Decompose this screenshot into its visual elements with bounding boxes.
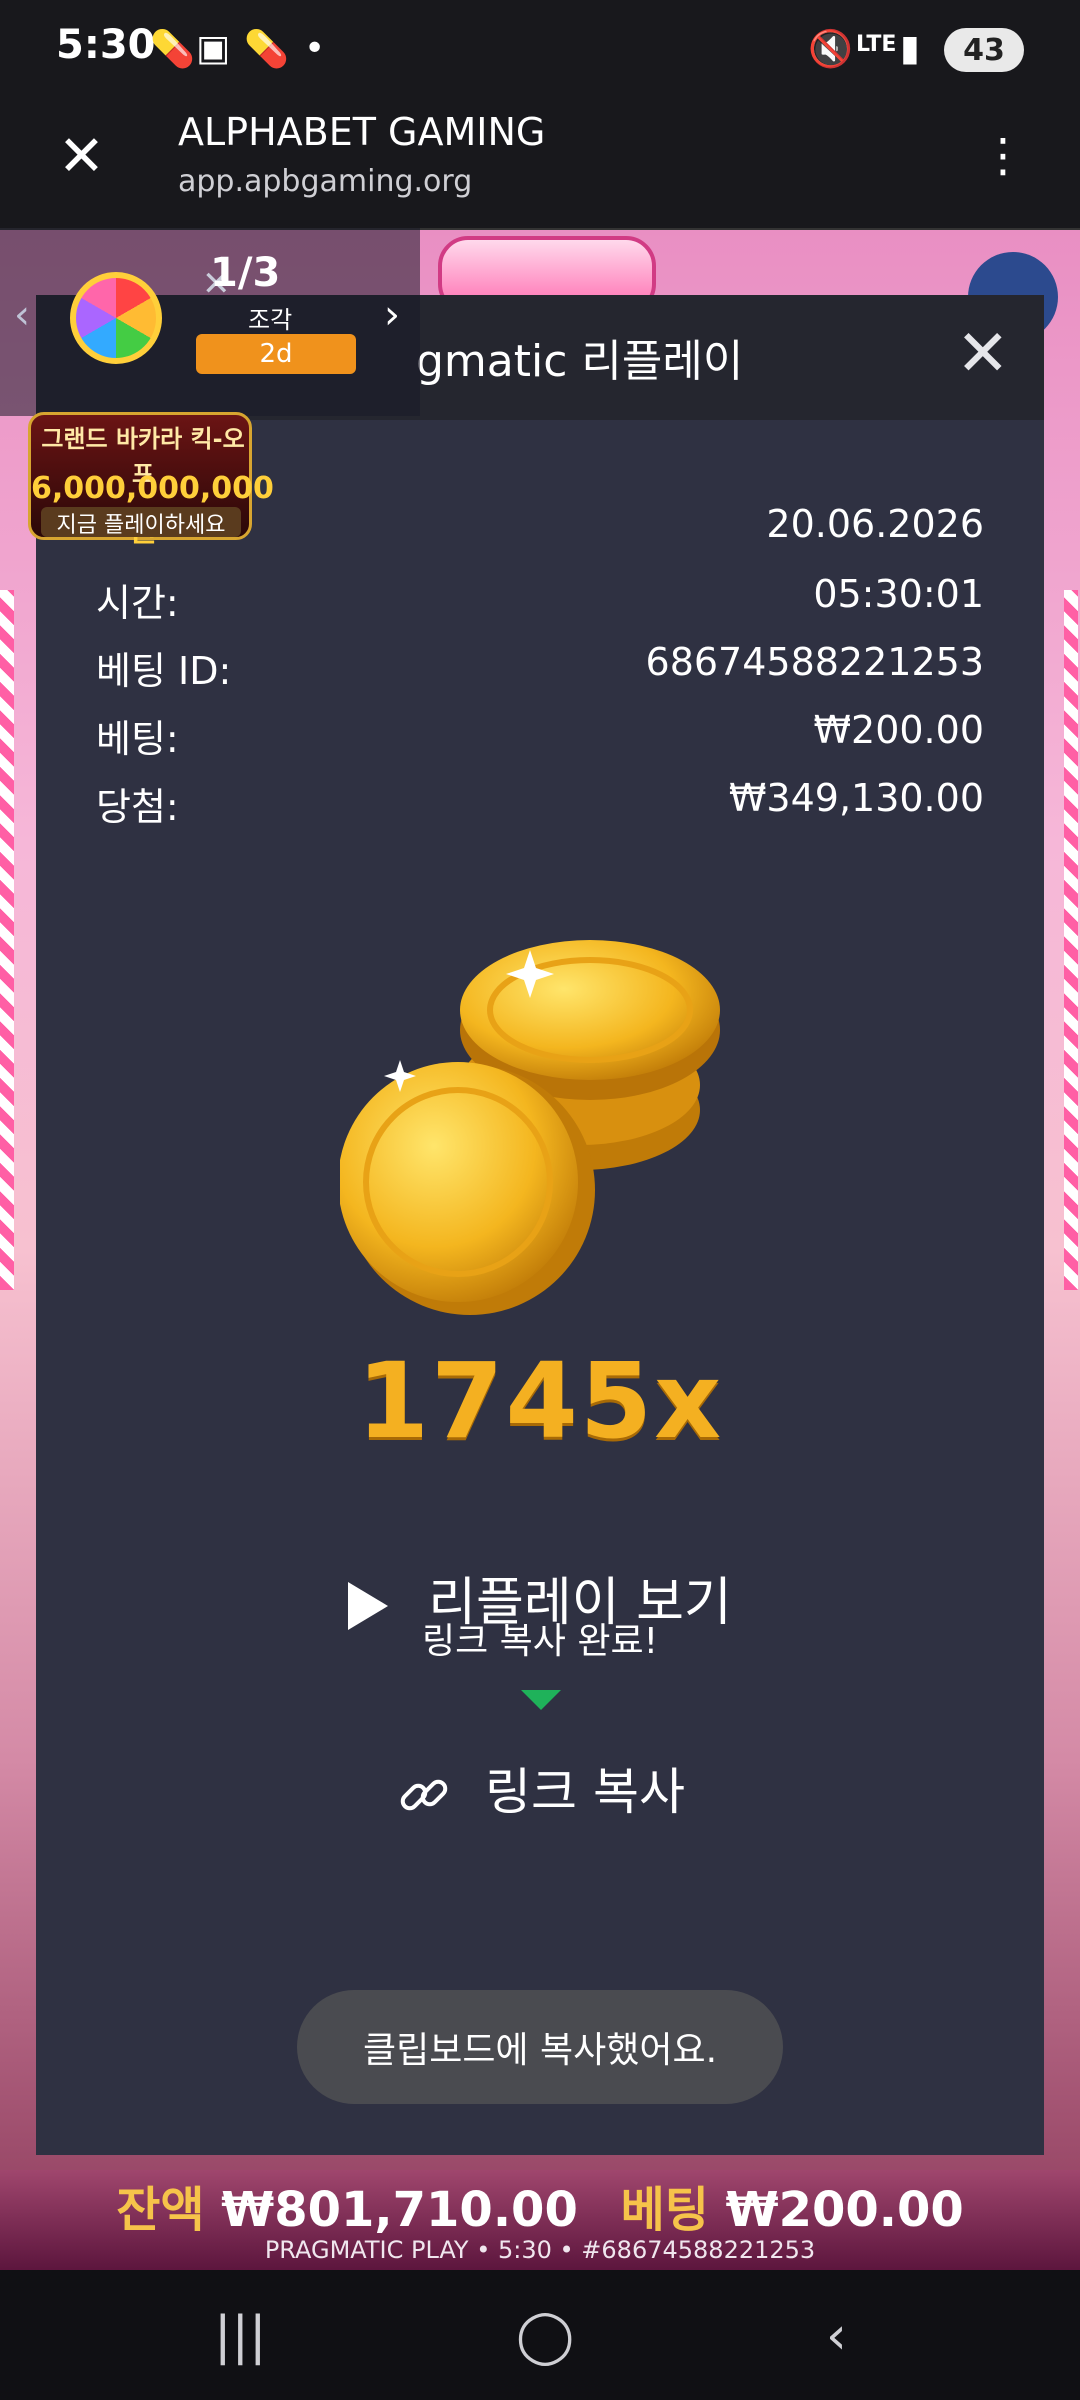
bet-label: 베팅 <box>620 2182 709 2238</box>
copy-link-button[interactable]: 링크 복사 <box>0 1752 1080 1824</box>
balance-label: 잔액 <box>116 2182 205 2238</box>
page-url: app.apbgaming.org <box>178 164 473 199</box>
signal-icon: ▮ <box>900 28 920 69</box>
browser-header: ✕ ALPHABET GAMING app.apbgaming.org ⋮ <box>0 100 1080 230</box>
home-icon[interactable]: ◯ <box>516 2306 574 2366</box>
tooltip-arrow <box>521 1690 561 1710</box>
detail-value: 68674588221253 <box>645 640 984 684</box>
close-icon[interactable]: ✕ <box>58 124 105 189</box>
battery-level: 43 <box>963 32 1005 68</box>
toast-text: 클립보드에 복사했어요. <box>362 2030 718 2071</box>
copy-link-label: 링크 복사 <box>485 1763 685 1821</box>
piece-count: 1/3 <box>210 250 281 296</box>
detail-row-bet: 베팅: ₩200.00 <box>0 708 1080 761</box>
detail-label: 시간: <box>96 581 179 625</box>
detail-row-time: 시간: 05:30:01 <box>0 572 1080 625</box>
pill-icon: 💊 <box>150 29 195 70</box>
chevron-right-icon[interactable]: › <box>384 292 400 338</box>
win-multiplier: 1745x <box>356 1340 724 1462</box>
detail-label: 베팅: <box>96 717 179 761</box>
detail-value: 05:30:01 <box>813 572 984 616</box>
clipboard-toast: 클립보드에 복사했어요. <box>297 1990 783 2104</box>
network-type: LTE <box>856 32 897 57</box>
detail-value: ₩200.00 <box>813 708 984 752</box>
pill-icon: 💊 <box>244 29 289 70</box>
prize-wheel-icon[interactable] <box>70 272 162 364</box>
modal-title: gmatic 리플레이 <box>416 336 744 387</box>
more-vert-icon[interactable]: ⋮ <box>980 128 1026 182</box>
detail-row-win: 당첨: ₩349,130.00 <box>0 776 1080 829</box>
system-nav-bar: ||| ◯ ‹ <box>0 2270 1080 2400</box>
status-bar: 5:30 💊 ▣ 💊 • 🔇 LTE ▮ 43 <box>0 0 1080 100</box>
detail-value: ₩349,130.00 <box>728 776 984 820</box>
balance-value: ₩801,710.00 <box>221 2182 578 2238</box>
back-icon[interactable]: ‹ <box>826 2306 847 2366</box>
detail-value: 20.06.2026 <box>766 502 984 546</box>
bet-value: ₩200.00 <box>725 2182 964 2238</box>
page-title: ALPHABET GAMING <box>178 110 546 154</box>
promo-banner[interactable]: 그랜드 바카라 킥-오프 6,000,000,000원 지금 플레이하세요 <box>28 412 274 549</box>
balance-bar: 잔액 ₩801,710.00 베팅 ₩200.00 <box>0 2170 1080 2240</box>
recent-apps-icon[interactable]: ||| <box>214 2306 267 2366</box>
link-icon <box>400 1779 448 1810</box>
candy-stripe <box>0 590 14 1290</box>
days-remaining-badge: 2d <box>196 334 356 374</box>
piece-label: 조각 <box>248 306 293 334</box>
screenshot-icon: ▣ <box>196 28 231 69</box>
candy-stripe <box>1064 590 1078 1290</box>
mute-icon: 🔇 <box>808 29 853 70</box>
battery-indicator: 43 <box>944 28 1024 72</box>
chevron-left-icon[interactable]: ‹ <box>14 292 30 338</box>
coins-illustration <box>340 940 720 1315</box>
game-info: PRAGMATIC PLAY • 5:30 • #68674588221253 <box>264 2236 816 2264</box>
close-icon[interactable]: ✕ <box>956 317 1010 391</box>
detail-row-bet-id: 베팅 ID: 68674588221253 <box>0 640 1080 693</box>
days-remaining: 2d <box>259 339 293 369</box>
detail-label: 당첨: <box>96 785 179 829</box>
status-time: 5:30 <box>56 22 156 68</box>
detail-label: 베팅 ID: <box>96 649 232 693</box>
copied-tooltip: 링크 복사 완료! <box>421 1621 659 1662</box>
dot-icon: • <box>304 28 326 69</box>
promo-cta: 지금 플레이하세요 <box>41 507 241 538</box>
